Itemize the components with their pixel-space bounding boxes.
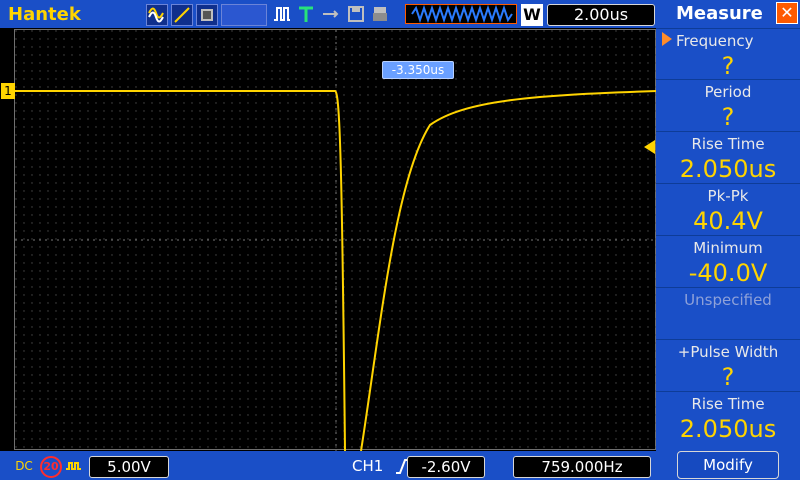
- slope-icon[interactable]: [171, 4, 193, 26]
- trigger-frequency-box: 759.000Hz: [513, 456, 651, 478]
- display-status-indicator: [221, 4, 267, 26]
- measure-item-rise-time-label[interactable]: Rise Time: [656, 131, 800, 156]
- measure-panel: Measure ✕ Frequency ? Period ? Rise Time…: [656, 0, 800, 480]
- save-icon[interactable]: [346, 4, 366, 24]
- measure-item-period-value: ?: [721, 103, 735, 131]
- coupling-indicator: DC: [15, 459, 33, 473]
- measure-item-rise-time-2-value: 2.050us: [679, 415, 777, 443]
- measure-item-pk-pk-value: 40.4V: [693, 207, 763, 235]
- measure-item-pulse-width-value: ?: [721, 363, 735, 391]
- close-icon[interactable]: ✕: [776, 2, 798, 24]
- channel-1-marker[interactable]: 1: [1, 83, 15, 99]
- waveform-mode-icon[interactable]: [146, 4, 168, 26]
- top-toolbar: Hantek W 2.00us: [0, 0, 656, 28]
- memory-depth-bar[interactable]: [405, 4, 517, 24]
- channel-scale-box[interactable]: 5.00V: [89, 456, 169, 478]
- bottom-status-bar: DC 20 5.00V CH1 -2.60V 759.000Hz: [0, 451, 656, 480]
- waveform-display: -3.350us 1: [1, 29, 657, 451]
- trigger-level-box[interactable]: -2.60V: [407, 456, 485, 478]
- selected-item-indicator-icon: [662, 32, 672, 46]
- bandwidth-limit-indicator: 20: [40, 456, 62, 478]
- measure-item-pulse-width-label[interactable]: +Pulse Width: [656, 339, 800, 364]
- measure-item-rise-time-value: 2.050us: [679, 155, 777, 183]
- usb-icon[interactable]: [320, 4, 340, 24]
- trigger-offset-label: -3.350us: [382, 61, 454, 79]
- pulse-icon[interactable]: [272, 4, 292, 24]
- probe-icon: [64, 457, 84, 475]
- measure-item-minimum-value: -40.0V: [688, 259, 768, 287]
- trigger-level-marker[interactable]: [644, 140, 655, 154]
- modify-button[interactable]: Modify: [677, 451, 779, 479]
- measure-item-frequency-value: ?: [721, 52, 735, 80]
- measure-item-pk-pk-label[interactable]: Pk-Pk: [656, 183, 800, 208]
- measure-item-period-label[interactable]: Period: [656, 79, 800, 104]
- print-icon[interactable]: [370, 4, 390, 24]
- measure-item-unspecified-label[interactable]: Unspecified: [656, 287, 800, 312]
- zoom-window-button[interactable]: W: [521, 4, 543, 26]
- zoom-window-label: W: [523, 5, 541, 24]
- trigger-t-icon[interactable]: [296, 4, 316, 24]
- brand-logo: Hantek: [8, 4, 81, 25]
- measure-item-minimum-label[interactable]: Minimum: [656, 235, 800, 260]
- persistence-icon[interactable]: [196, 4, 218, 26]
- measure-item-rise-time-2-label[interactable]: Rise Time: [656, 391, 800, 416]
- trigger-channel-label: CH1: [352, 457, 384, 475]
- measure-item-frequency-label[interactable]: Frequency: [656, 28, 800, 53]
- measure-item-unspecified-value: [656, 311, 800, 339]
- timebase-value[interactable]: 2.00us: [547, 4, 655, 26]
